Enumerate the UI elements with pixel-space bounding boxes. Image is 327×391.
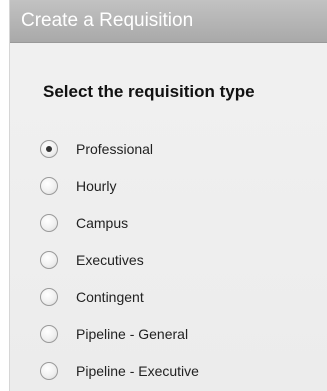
option-campus[interactable]: Campus: [40, 204, 199, 241]
radio-button-hourly[interactable]: [40, 176, 58, 195]
radio-button-pipeline-general[interactable]: [40, 324, 58, 343]
option-label: Executives: [76, 251, 144, 268]
option-executives[interactable]: Executives: [40, 241, 199, 278]
option-label: Pipeline - General: [76, 325, 189, 342]
radio-button-pipeline-executive[interactable]: [40, 361, 58, 380]
option-label: Hourly: [76, 177, 117, 194]
radio-button-contingent[interactable]: [40, 287, 58, 306]
radio-button-executives[interactable]: [40, 250, 58, 269]
requisition-type-radio-group: Professional Hourly Campus Executives Co…: [40, 130, 199, 389]
radio-button-professional[interactable]: [40, 139, 58, 158]
option-pipeline-general[interactable]: Pipeline - General: [40, 315, 199, 352]
option-hourly[interactable]: Hourly: [40, 167, 199, 204]
option-contingent[interactable]: Contingent: [40, 278, 199, 315]
panel-title: Create a Requisition: [10, 0, 327, 43]
option-pipeline-executive[interactable]: Pipeline - Executive: [40, 352, 199, 389]
option-professional[interactable]: Professional: [40, 130, 199, 167]
radio-selected-dot: [46, 145, 52, 152]
option-label: Campus: [76, 214, 129, 231]
option-label: Pipeline - Executive: [76, 362, 199, 379]
radio-button-campus[interactable]: [40, 213, 58, 232]
option-label: Professional: [76, 140, 154, 157]
section-heading: Select the requisition type: [43, 82, 255, 101]
option-label: Contingent: [76, 288, 144, 305]
requisition-panel: Create a Requisition Select the requisit…: [9, 0, 327, 391]
